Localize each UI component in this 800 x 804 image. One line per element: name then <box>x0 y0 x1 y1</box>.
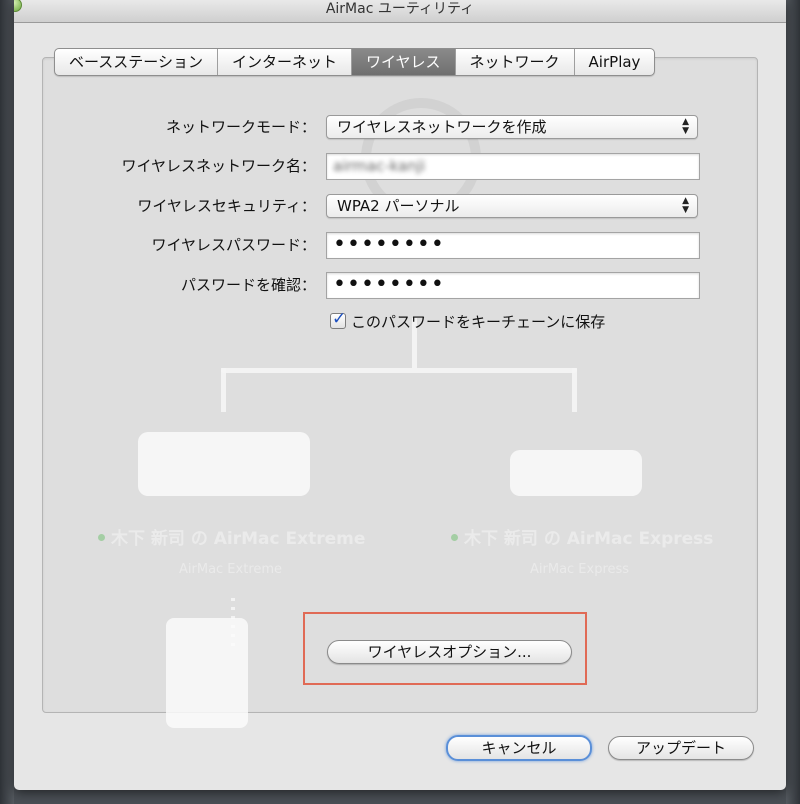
airmac-express-device-icon <box>510 450 642 496</box>
connection-line-icon <box>221 368 226 412</box>
airmac-utility-window: AirMac ユーティリティ 木下 新司 の AirMac Extreme Ai… <box>14 0 786 790</box>
update-button[interactable]: アップデート <box>608 736 754 760</box>
tab-network[interactable]: ネットワーク <box>456 49 575 75</box>
wireless-options-button[interactable]: ワイヤレスオプション... <box>327 640 572 664</box>
express-device-label: 木下 新司 の AirMac Express <box>464 529 714 549</box>
keychain-checkbox[interactable]: ✓ <box>330 309 346 329</box>
network-name-label: ワイヤレスネットワーク名： <box>121 157 316 175</box>
password-field[interactable]: •••••••• <box>326 232 700 259</box>
security-row: ワイヤレスセキュリティ： WPA2 パーソナル ▲ ▼ <box>14 192 786 220</box>
password-row: ワイヤレスパスワード： •••••••• <box>14 231 786 259</box>
popup-arrows-icon: ▲ ▼ <box>682 196 689 215</box>
window-titlebar[interactable]: AirMac ユーティリティ <box>14 0 786 23</box>
status-dot-icon <box>451 534 458 541</box>
express-device-sublabel: AirMac Express <box>530 562 630 577</box>
airmac-extreme-device-icon <box>138 432 310 496</box>
window-title: AirMac ユーティリティ <box>325 1 475 17</box>
extreme-device-label: 木下 新司 の AirMac Extreme <box>111 529 366 549</box>
network-name-row: ワイヤレスネットワーク名： airmac-kanji <box>14 152 786 180</box>
confirm-password-label: パスワードを確認： <box>180 276 316 294</box>
network-mode-label: ネットワークモード： <box>165 118 316 136</box>
desktop-edge-left <box>0 0 14 804</box>
security-value: WPA2 パーソナル <box>337 197 460 215</box>
security-popup[interactable]: WPA2 パーソナル ▲ ▼ <box>326 194 698 218</box>
device-icon <box>166 618 248 728</box>
keychain-label: このパスワードをキーチェーンに保存 <box>351 312 606 331</box>
security-label: ワイヤレスセキュリティ： <box>137 197 316 215</box>
network-mode-row: ネットワークモード： ワイヤレスネットワークを作成 ▲ ▼ <box>14 113 786 141</box>
desktop-edge-right <box>786 0 800 804</box>
tab-bar: ベースステーション インターネット ワイヤレス ネットワーク AirPlay <box>54 48 656 76</box>
tab-internet[interactable]: インターネット <box>218 49 352 75</box>
popup-arrows-icon: ▲ ▼ <box>682 117 689 136</box>
tab-wireless[interactable]: ワイヤレス <box>351 49 456 75</box>
zoom-button-icon[interactable] <box>14 0 22 12</box>
network-name-field[interactable]: airmac-kanji <box>326 153 700 180</box>
checkmark-icon: ✓ <box>332 309 347 329</box>
confirm-password-value: •••••••• <box>333 272 445 297</box>
password-label: ワイヤレスパスワード： <box>151 236 316 254</box>
network-mode-value: ワイヤレスネットワークを作成 <box>337 118 547 136</box>
tab-airplay[interactable]: AirPlay <box>575 49 655 75</box>
confirm-password-row: パスワードを確認： •••••••• <box>14 271 786 299</box>
tab-base-station[interactable]: ベースステーション <box>55 49 218 75</box>
cancel-button[interactable]: キャンセル <box>446 735 592 761</box>
connection-line-icon <box>572 368 577 412</box>
extreme-device-sublabel: AirMac Extreme <box>179 562 283 577</box>
connection-line-icon <box>221 368 577 373</box>
network-mode-popup[interactable]: ワイヤレスネットワークを作成 ▲ ▼ <box>326 115 698 139</box>
network-name-value: airmac-kanji <box>333 157 426 175</box>
keychain-option[interactable]: ✓ このパスワードをキーチェーンに保存 <box>330 309 606 332</box>
password-value: •••••••• <box>333 232 445 257</box>
status-dot-icon <box>98 534 105 541</box>
confirm-password-field[interactable]: •••••••• <box>326 272 700 299</box>
